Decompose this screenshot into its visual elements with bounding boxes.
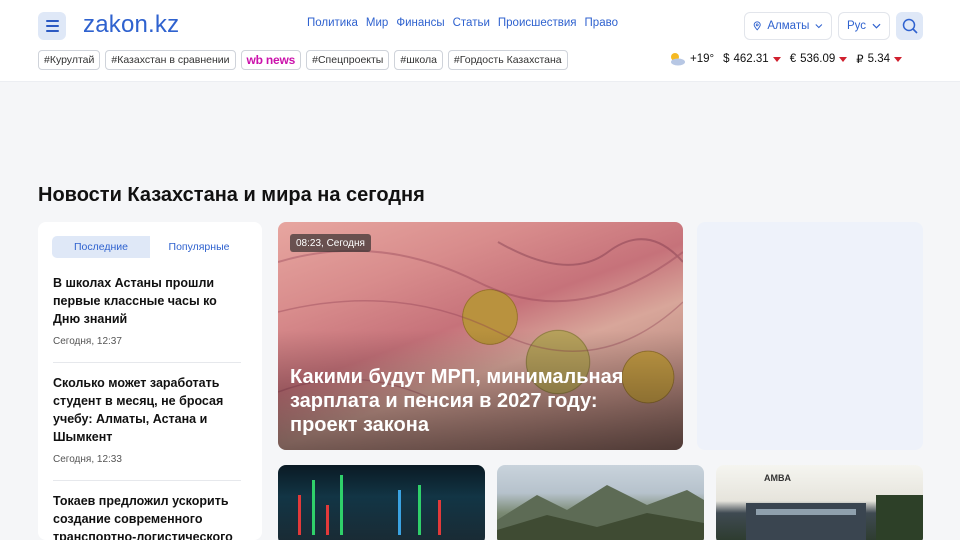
chevron-down-icon	[815, 24, 823, 29]
tab-latest[interactable]: Последние	[52, 236, 150, 258]
chart-graphic	[312, 480, 315, 535]
page-title: Новости Казахстана и мира на сегодня	[38, 184, 425, 206]
chart-graphic	[298, 495, 301, 535]
nav-law[interactable]: Право	[585, 17, 618, 29]
nav-articles[interactable]: Статьи	[453, 17, 490, 29]
main-nav: Политика Мир Финансы Статьи Происшествия…	[307, 17, 626, 29]
mountains-graphic	[497, 485, 704, 540]
feed-tabs: Последние Популярные	[52, 236, 248, 258]
news-card[interactable]	[497, 465, 704, 540]
weather-widget[interactable]: +19°	[668, 52, 714, 66]
nav-finance[interactable]: Финансы	[396, 17, 444, 29]
article-time-badge: 08:23, Сегодня	[290, 234, 371, 252]
rate-value: 536.09	[800, 53, 836, 65]
divider	[53, 480, 241, 481]
language-label: Рус	[847, 20, 867, 32]
rate-usd[interactable]: $ 462.31	[723, 53, 781, 65]
city-label: Алматы	[767, 20, 810, 32]
list-item[interactable]: Токаев предложил ускорить создание совре…	[53, 492, 241, 540]
tag-special-projects[interactable]: #Спецпроекты	[306, 50, 390, 70]
list-item[interactable]: Сколько может заработать студент в месяц…	[53, 374, 241, 465]
weather-temp: +19°	[690, 53, 715, 65]
rate-value: 5.34	[867, 53, 891, 65]
partly-cloudy-icon	[671, 53, 685, 66]
featured-article[interactable]: 08:23, Сегодня Какими будут МРП, минимал…	[278, 222, 683, 450]
news-title[interactable]: Сколько может заработать студент в месяц…	[53, 374, 241, 446]
chart-graphic	[398, 490, 401, 535]
rate-eur[interactable]: € 536.09	[790, 53, 848, 65]
list-item[interactable]: В школах Астаны прошли первые классные ч…	[53, 274, 241, 347]
trend-down-icon	[894, 56, 903, 62]
menu-button[interactable]	[38, 12, 66, 40]
search-button[interactable]	[896, 12, 923, 40]
news-time: Сегодня, 12:37	[53, 336, 122, 347]
tag-bar: #Курултай #Казахстан в сравнении wb news…	[38, 50, 568, 70]
search-icon	[902, 18, 918, 34]
rates-bar: +19° $ 462.31 € 536.09 ₽ 5.34	[668, 52, 911, 66]
news-time: Сегодня, 12:33	[53, 454, 122, 465]
news-title[interactable]: В школах Астаны прошли первые классные ч…	[53, 274, 241, 328]
news-feed-sidebar: Последние Популярные В школах Астаны про…	[38, 222, 262, 540]
tag-kz-comparison[interactable]: #Казахстан в сравнении	[105, 50, 236, 70]
tag-kurultai[interactable]: #Курултай	[38, 50, 101, 70]
city-select[interactable]: Алматы	[744, 12, 832, 40]
news-title[interactable]: Токаев предложил ускорить создание совре…	[53, 492, 241, 540]
nav-politics[interactable]: Политика	[307, 17, 358, 29]
building-graphic	[746, 495, 923, 540]
chevron-down-icon	[872, 23, 881, 29]
rate-value: 462.31	[733, 53, 769, 65]
currency-symbol: $	[723, 53, 730, 65]
nav-world[interactable]: Мир	[366, 17, 388, 29]
divider	[53, 362, 241, 363]
tag-wb-news[interactable]: wb news	[240, 50, 302, 70]
ad-placeholder	[697, 222, 923, 450]
currency-symbol: ₽	[856, 54, 864, 66]
trend-down-icon	[772, 56, 781, 62]
chart-graphic	[340, 475, 343, 535]
site-header: zakon.kz Политика Мир Финансы Статьи Про…	[0, 0, 960, 82]
location-pin-icon	[753, 21, 761, 31]
chart-graphic	[326, 505, 329, 535]
chart-graphic	[438, 500, 441, 535]
language-select[interactable]: Рус	[838, 12, 890, 40]
currency-symbol: €	[789, 53, 797, 65]
tab-popular[interactable]: Популярные	[150, 236, 248, 258]
nav-incidents[interactable]: Происшествия	[498, 17, 577, 29]
featured-article-title[interactable]: Какими будут МРП, минимальная зарплата и…	[290, 365, 670, 437]
news-card[interactable]: AMBA	[716, 465, 923, 540]
tag-school[interactable]: #школа	[394, 50, 443, 70]
site-logo[interactable]: zakon.kz	[83, 11, 179, 39]
rate-rub[interactable]: ₽ 5.34	[856, 52, 903, 66]
news-card[interactable]	[278, 465, 485, 540]
tag-pride-kz[interactable]: #Гордость Казахстана	[447, 50, 568, 70]
chart-graphic	[418, 485, 421, 535]
trend-down-icon	[839, 56, 848, 62]
